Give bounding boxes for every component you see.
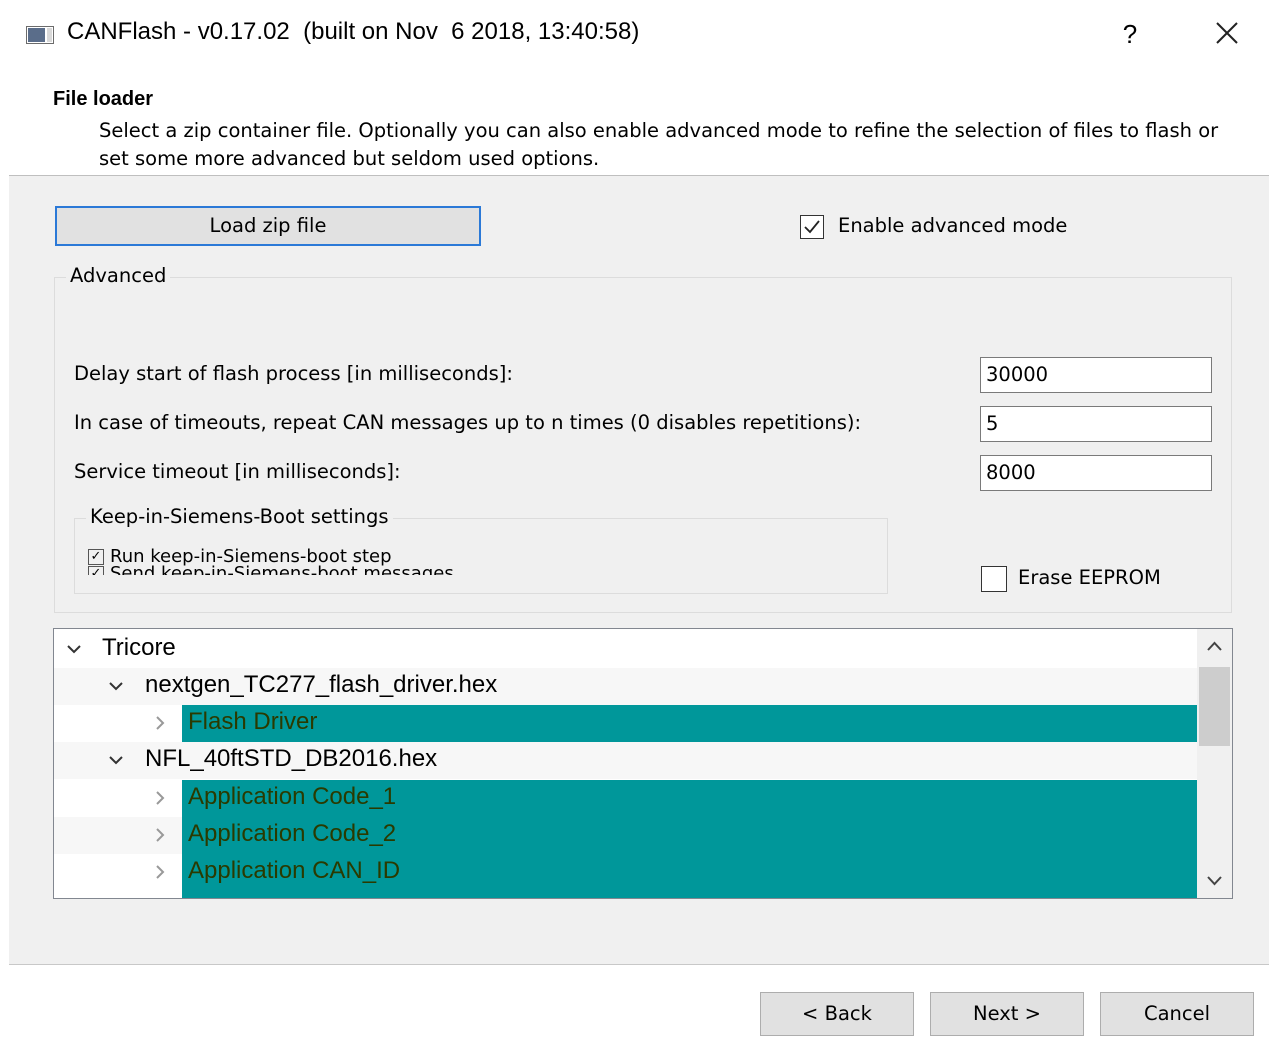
chevron-down-icon[interactable] (106, 750, 126, 770)
repeat-label: In case of timeouts, repeat CAN messages… (74, 411, 862, 434)
chevron-down-icon[interactable] (106, 676, 126, 696)
cancel-button[interactable]: Cancel (1100, 992, 1254, 1036)
service-timeout-field[interactable]: 8000 (980, 455, 1212, 491)
selection-highlight (182, 705, 1197, 742)
chevron-down-icon[interactable] (1197, 862, 1232, 898)
advanced-mode-label[interactable]: Enable advanced mode (838, 214, 1067, 237)
repeat-field[interactable]: 5 (980, 406, 1212, 442)
send-kisb-messages-option[interactable]: ✓ Send keep-in-Siemens-boot messages (88, 563, 454, 575)
file-tree[interactable]: Tricore nextgen_TC277_flash_driver.hex F… (53, 628, 1233, 899)
chevron-down-icon[interactable] (64, 639, 84, 659)
keep-in-siemens-boot-title: Keep-in-Siemens-Boot settings (86, 505, 393, 528)
footer-divider (9, 964, 1269, 965)
tree-item-label: Application CAN_ID (188, 857, 401, 884)
scrollbar-thumb[interactable] (1199, 667, 1230, 746)
back-button[interactable]: < Back (760, 992, 914, 1036)
chevron-right-icon[interactable] (150, 825, 170, 845)
window-title: CANFlash - v0.17.02 (built on Nov 6 2018… (67, 18, 640, 45)
tree-item-application-code-2[interactable]: Application Code_2 (54, 817, 1197, 854)
tree-item-label: NFL_40ftSTD_DB2016.hex (145, 745, 438, 772)
send-kisb-messages-label: Send keep-in-Siemens-boot messages (110, 563, 454, 575)
checkmark-icon[interactable]: ✓ (88, 565, 104, 575)
chevron-right-icon[interactable] (150, 862, 170, 882)
tree-item-flash-driver[interactable]: Flash Driver (54, 705, 1197, 742)
page-description: Select a zip container file. Optionally … (99, 119, 1219, 170)
page-title: File loader (53, 88, 154, 110)
delay-field[interactable]: 30000 (980, 357, 1212, 393)
tree-item-label: Application Code_1 (188, 783, 397, 810)
help-button[interactable]: ? (1112, 14, 1148, 54)
tree-item-label: Application Code_2 (188, 820, 397, 847)
tree-item-flash-driver-hex[interactable]: nextgen_TC277_flash_driver.hex (54, 668, 1197, 705)
tree-item-application-code-1[interactable]: Application Code_1 (54, 780, 1197, 817)
close-icon[interactable] (1208, 14, 1248, 54)
delay-label: Delay start of flash process [in millise… (74, 362, 513, 385)
tree-item-application-can-id[interactable]: Application CAN_ID (54, 854, 1197, 898)
erase-eeprom-checkbox[interactable] (981, 566, 1007, 592)
chevron-up-icon[interactable] (1197, 629, 1232, 665)
advanced-mode-checkbox[interactable] (800, 215, 824, 239)
tree-vertical-scrollbar[interactable] (1197, 629, 1232, 898)
chevron-right-icon[interactable] (150, 788, 170, 808)
advanced-group-title: Advanced (66, 264, 171, 287)
app-window-icon (26, 26, 54, 44)
next-button[interactable]: Next > (930, 992, 1084, 1036)
tree-item-label: Flash Driver (188, 708, 318, 735)
tree-item-tricore[interactable]: Tricore (54, 631, 1197, 668)
tree-item-label: Tricore (102, 634, 176, 661)
erase-eeprom-label[interactable]: Erase EEPROM (1018, 566, 1161, 589)
chevron-right-icon[interactable] (150, 713, 170, 733)
tree-item-label: nextgen_TC277_flash_driver.hex (145, 671, 498, 698)
tree-item-application-hex[interactable]: NFL_40ftSTD_DB2016.hex (54, 742, 1197, 779)
checkmark-icon (804, 220, 820, 234)
load-zip-button[interactable]: Load zip file (55, 206, 481, 246)
service-timeout-label: Service timeout [in milliseconds]: (74, 460, 401, 483)
keep-in-siemens-boot-options: ✓ Run keep-in-Siemens-boot step ✓ Send k… (88, 546, 878, 575)
